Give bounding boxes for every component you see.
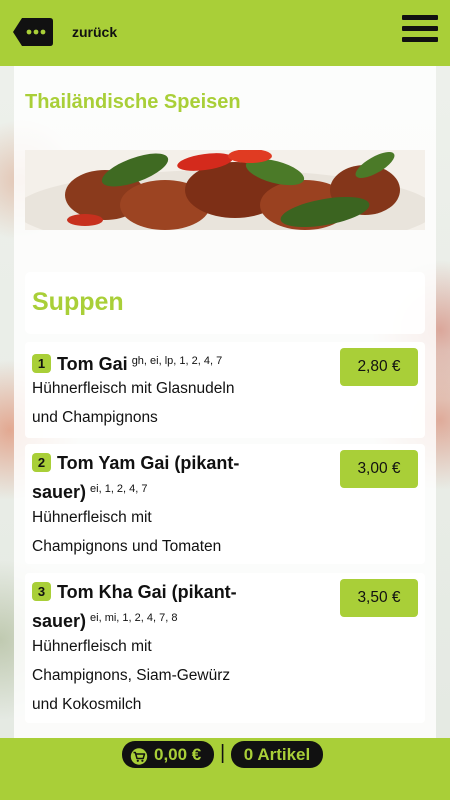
cart-total-button[interactable]: 0,00 € [122,741,214,768]
item-heading: 1 Tom Gai gh, ei, lp, 1, 2, 4, 7 [32,348,297,377]
food-banner-image [25,150,425,230]
page-title: Thailändische Speisen [25,91,241,113]
header-bar: zurück [0,0,450,66]
item-name-line-1: Tom Kha Gai (pikant- [57,582,237,602]
item-heading: 2 Tom Yam Gai (pikant- sauer) ei, 1, 2, 4,… [32,450,297,505]
item-name: Tom Gai [57,354,128,374]
menu-item: 1 Tom Gai gh, ei, lp, 1, 2, 4, 7 Hühnerfle… [25,342,425,438]
item-description: Hühnerfleisch mit Champignons und Tomate… [32,509,222,555]
menu-item: 2 Tom Yam Gai (pikant- sauer) ei, 1, 2, 4,… [25,444,425,564]
item-description: Hühnerfleisch mit Champignons, Siam-Gewü… [32,638,231,713]
item-allergen-codes: gh, ei, lp, 1, 2, 4, 7 [131,355,223,367]
item-name-line-2: sauer) [32,482,87,502]
article-count-button[interactable]: 0 Artikel [231,741,323,768]
hamburger-menu-icon[interactable] [402,15,438,47]
shopping-cart-icon [130,746,148,773]
item-heading: 3 Tom Kha Gai (pikant- sauer) ei, mi, 1, 2… [32,579,297,634]
add-to-cart-price-button[interactable]: 2,80 € [340,348,418,386]
section-title: Suppen [32,288,124,316]
add-to-cart-price-button[interactable]: 3,00 € [340,450,418,488]
item-number-badge: 2 [32,453,51,472]
item-name-line-2: sauer) [32,611,87,631]
menu-item: 3 Tom Kha Gai (pikant- sauer) ei, mi, 1, 2… [25,573,425,723]
footer-separator: | [220,742,226,764]
item-allergen-codes: ei, mi, 1, 2, 4, 7, 8 [90,612,178,624]
item-allergen-codes: ei, 1, 2, 4, 7 [90,483,148,495]
item-name-line-1: Tom Yam Gai (pikant- [57,453,240,473]
back-label[interactable]: zurück [72,24,117,40]
cart-total: 0,00 € [154,745,202,764]
item-number-badge: 3 [32,582,51,601]
add-to-cart-price-button[interactable]: 3,50 € [340,579,418,617]
ellipsis-back-icon [13,18,53,46]
back-button[interactable] [12,17,54,47]
item-description: Hühnerfleisch mit Glasnudeln und Champig… [32,380,235,426]
item-number-badge: 1 [32,354,51,373]
